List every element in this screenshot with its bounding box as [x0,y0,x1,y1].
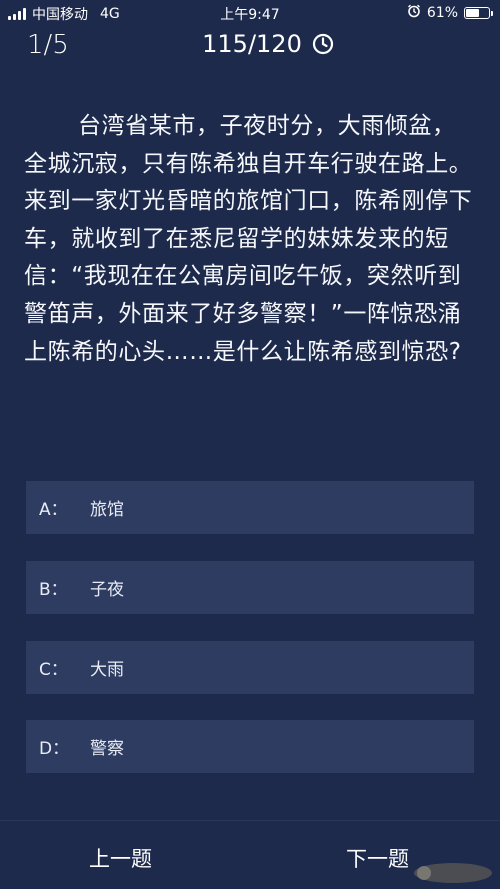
option-a[interactable]: A： 旅馆 [26,481,474,534]
option-letter: B： [39,580,68,600]
bottom-divider [0,820,500,821]
next-question-button[interactable]: 下一题 [346,843,409,873]
option-text: 旅馆 [90,500,124,520]
option-text: 子夜 [90,580,124,600]
score-area: 115/120 [0,30,500,58]
battery-level [466,9,479,17]
option-text: 大雨 [90,660,124,680]
option-letter: A： [39,500,68,520]
option-c[interactable]: C： 大雨 [26,641,474,694]
option-letter: C： [39,660,68,680]
clock-icon[interactable] [312,33,334,55]
quiz-header: 1/5 115/120 [0,26,500,66]
question-text: 台湾省某市，子夜时分，大雨倾盆，全城沉寂，只有陈希独自开车行驶在路上。来到一家灯… [24,113,473,365]
status-bar: 中国移动 4G 上午9:47 61% [0,0,500,26]
status-right: 61% [407,4,493,22]
option-d[interactable]: D： 警察 [26,720,474,773]
option-text: 警察 [90,739,124,759]
score-counter: 115/120 [202,30,302,58]
option-letter: D： [39,739,70,759]
battery-icon [464,7,493,19]
watermark-logo [412,861,494,885]
battery-percent: 61% [426,5,458,21]
alarm-icon [407,4,421,22]
prev-question-button[interactable]: 上一题 [89,843,152,873]
option-b[interactable]: B： 子夜 [26,561,474,614]
